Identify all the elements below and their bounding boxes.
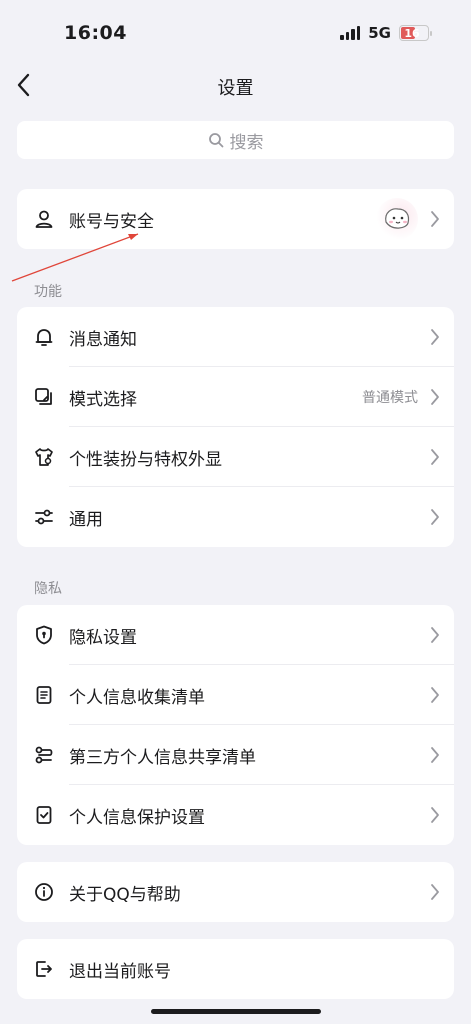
personal-info-list-row[interactable]: 个人信息收集清单 — [17, 665, 454, 725]
chevron-right-icon — [431, 449, 439, 465]
mode-value: 普通模式 — [362, 390, 418, 406]
document-icon — [36, 686, 52, 704]
chevron-right-icon — [431, 747, 439, 763]
checklist-icon — [36, 806, 52, 824]
chevron-right-icon — [431, 329, 439, 345]
user-icon — [35, 210, 53, 228]
about-help-row[interactable]: 关于QQ与帮助 — [17, 862, 454, 922]
logout-icon — [36, 961, 52, 977]
account-card: 账号与安全 — [17, 189, 454, 249]
search-placeholder: 搜索 — [229, 132, 264, 153]
mode-selection-row[interactable]: 模式选择 普通模式 — [17, 367, 454, 427]
privacy-settings-row[interactable]: 隐私设置 — [17, 605, 454, 665]
navigation-bar: 设置 — [0, 64, 471, 106]
mode-selection-label: 模式选择 — [69, 389, 137, 410]
chevron-right-icon — [431, 687, 439, 703]
chevron-right-icon — [431, 389, 439, 405]
section-title-features: 功能 — [34, 284, 62, 300]
logout-label: 退出当前账号 — [69, 961, 171, 982]
sliders-icon — [35, 509, 53, 525]
chevron-right-icon — [431, 211, 439, 227]
personal-info-list-label: 个人信息收集清单 — [69, 687, 205, 708]
chevron-right-icon — [431, 509, 439, 525]
general-row[interactable]: 通用 — [17, 487, 454, 547]
info-icon — [35, 883, 53, 901]
info-protection-label: 个人信息保护设置 — [69, 807, 205, 828]
search-bar[interactable]: 搜索 — [17, 121, 454, 159]
about-help-label: 关于QQ与帮助 — [69, 884, 181, 905]
network-type: 5G — [368, 24, 391, 42]
mode-icon — [35, 388, 52, 405]
logout-card: 退出当前账号 — [17, 939, 454, 999]
shield-icon — [36, 625, 52, 645]
avatar — [376, 198, 418, 240]
tshirt-icon — [35, 448, 53, 466]
personalization-label: 个性装扮与特权外显 — [69, 449, 222, 470]
signal-icon — [340, 26, 361, 40]
privacy-settings-label: 隐私设置 — [69, 627, 137, 648]
status-time: 16:04 — [64, 22, 127, 44]
account-security-label: 账号与安全 — [69, 211, 154, 232]
section-title-privacy: 隐私 — [34, 581, 62, 597]
status-bar: 16:04 5G 16 — [0, 0, 471, 64]
logout-row[interactable]: 退出当前账号 — [17, 939, 454, 999]
about-card: 关于QQ与帮助 — [17, 862, 454, 922]
battery-level: 16 — [404, 26, 420, 40]
bell-icon — [35, 329, 53, 346]
info-protection-row[interactable]: 个人信息保护设置 — [17, 785, 454, 845]
third-party-sharing-row[interactable]: 第三方个人信息共享清单 — [17, 725, 454, 785]
share-icon — [35, 746, 53, 764]
notifications-label: 消息通知 — [69, 329, 137, 350]
notifications-row[interactable]: 消息通知 — [17, 307, 454, 367]
battery-icon: 16 — [399, 25, 432, 41]
third-party-sharing-label: 第三方个人信息共享清单 — [69, 747, 256, 768]
status-indicators: 5G 16 — [340, 24, 432, 42]
personalization-row[interactable]: 个性装扮与特权外显 — [17, 427, 454, 487]
general-label: 通用 — [69, 509, 103, 530]
privacy-card: 隐私设置 个人信息收集清单 第三方个人信息共享清单 个人信息保护设置 — [17, 605, 454, 845]
account-security-row[interactable]: 账号与安全 — [17, 189, 454, 249]
features-card: 消息通知 模式选择 普通模式 个性装扮与特权外显 通用 — [17, 307, 454, 547]
chevron-right-icon — [431, 807, 439, 823]
chevron-right-icon — [431, 627, 439, 643]
home-indicator — [151, 1009, 321, 1014]
page-title: 设置 — [217, 78, 254, 99]
search-icon — [208, 133, 223, 148]
chevron-right-icon — [431, 884, 439, 900]
